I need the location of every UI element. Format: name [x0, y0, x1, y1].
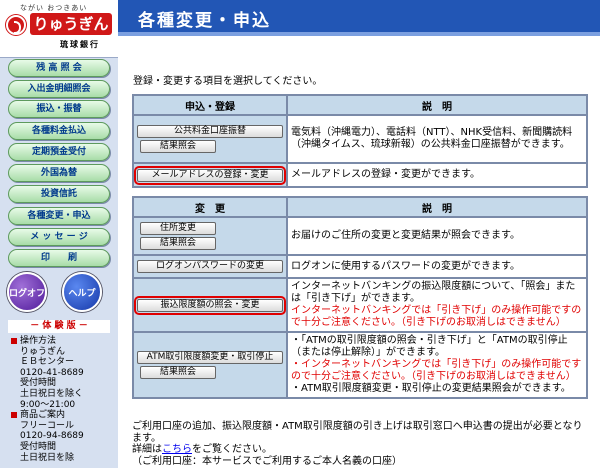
info-line: りゅうぎん: [20, 346, 66, 357]
warning-text: ・インターネットバンキングでは「引き下げ」のみ操作可能ですので十分ご注意ください…: [291, 359, 582, 382]
row-description: 電気料（沖縄電力）、電話料（NTT）、NHK受信料、新聞購読料（沖縄タイムス、琉…: [288, 116, 586, 162]
address-result-button[interactable]: 結果照会: [140, 237, 216, 250]
info-line: 土日祝日を除く: [20, 388, 84, 399]
transfer-limit-button[interactable]: 振込限度額の照会・変更: [134, 295, 286, 315]
footer-text: 詳細は: [132, 444, 162, 455]
nav-transfer[interactable]: 振込・振替: [8, 100, 110, 118]
password-change-button[interactable]: ログオンパスワードの変更: [137, 260, 283, 273]
row-description: メールアドレスの登録・変更ができます。: [288, 164, 586, 186]
row-description: お届けのご住所の変更と変更結果が照会できます。: [288, 218, 586, 254]
utility-result-button[interactable]: 結果照会: [140, 140, 216, 153]
info-line: ＥＢセンター: [20, 357, 75, 368]
footer-detail: 詳細はこちらをご覧ください。: [132, 444, 592, 456]
nav-balance-inquiry[interactable]: 残 高 照 会: [8, 59, 110, 77]
info-line: 9:00～21:00: [20, 399, 76, 410]
description-text: ・「ATMの取引限度額の照会・引き下げ」と「ATMの取引停止（または停止解除）」…: [291, 335, 568, 358]
footer-note: （ご利用口座：本サービスでご利用するご本人名義の口座）: [132, 455, 402, 467]
nav-transaction-history[interactable]: 入出金明細照会: [8, 80, 110, 98]
table-row: ログオンパスワードの変更 ログオンに使用するパスワードの変更ができます。: [134, 256, 586, 277]
table-row: ATM取引限度額変更・取引停止 結果照会 ・「ATMの取引限度額の照会・引き下げ…: [134, 333, 586, 397]
row-description: ・「ATMの取引限度額の照会・引き下げ」と「ATMの取引停止（または停止解除）」…: [288, 333, 586, 397]
help-button[interactable]: ヘルプ: [62, 272, 102, 312]
footer-notes: ご利用口座の追加、振込限度額・ATM取引限度額の引き上げは取引窓口へ申込書の提出…: [132, 421, 592, 467]
logoff-button[interactable]: ログオフ: [7, 272, 47, 312]
logo-name: りゅうぎん: [30, 13, 112, 35]
table-row: メールアドレスの登録・変更 メールアドレスの登録・変更ができます。: [134, 164, 586, 186]
row-description: ログオンに使用するパスワードの変更ができます。: [288, 256, 586, 277]
utility-transfer-button[interactable]: 公共料金口座振替: [137, 125, 283, 138]
sidebar: ながい おつきあい りゅうぎん 琉球銀行 残 高 照 会 入出金明細照会 振込・…: [0, 0, 118, 468]
page-title: 各種変更・申込: [138, 11, 271, 31]
bank-logo[interactable]: ながい おつきあい りゅうぎん 琉球銀行: [0, 0, 118, 58]
footer-text: をご覧ください。: [192, 444, 272, 455]
details-link[interactable]: こちら: [162, 444, 192, 455]
page-header: 各種変更・申込: [118, 0, 600, 36]
nav-messages[interactable]: メ ッ セ ー ジ: [8, 228, 110, 246]
nav-print[interactable]: 印 刷: [8, 249, 110, 267]
table-row: 振込限度額の照会・変更 インターネットバンキングの振込限度額について、「照会」ま…: [134, 279, 586, 331]
atm-result-button[interactable]: 結果照会: [140, 366, 216, 379]
logo-tagline: ながい おつきあい: [20, 4, 88, 12]
info-line: 土日祝日を除: [20, 452, 75, 463]
atm-limit-button[interactable]: ATM取引限度額変更・取引停止: [137, 351, 283, 364]
nav-time-deposit[interactable]: 定期預金受付: [8, 143, 110, 161]
logo-sub: 琉球銀行: [60, 40, 100, 49]
intro-text: 登録・変更する項目を選択してください。: [133, 76, 323, 87]
nav-bill-payment[interactable]: 各種料金払込: [8, 122, 110, 140]
nav-investment-trust[interactable]: 投資信託: [8, 185, 110, 203]
footer-note: ご利用口座の追加、振込限度額・ATM取引限度額の引き上げは取引窓口へ申込書の提出…: [132, 421, 583, 444]
info-line: フリーコール: [20, 420, 75, 431]
table-row: 住所変更 結果照会 お届けのご住所の変更と変更結果が照会できます。: [134, 218, 586, 254]
ops-heading: 操作方法: [10, 336, 116, 347]
table-row: 公共料金口座振替 結果照会 電気料（沖縄電力）、電話料（NTT）、NHK受信料、…: [134, 116, 586, 162]
demo-heading: － 体 験 版 －: [8, 320, 110, 333]
bank-mark-icon: [6, 15, 26, 35]
applications-table: 申込・登録 説 明 公共料金口座振替 結果照会 電気料（沖縄電力）、電話料（NT…: [132, 94, 588, 188]
info-line: 受付時間: [20, 441, 57, 452]
nav-foreign-exchange[interactable]: 外国為替: [8, 164, 110, 182]
info-line: 0120-94-8689: [20, 431, 84, 442]
description-text: ・ATM取引限度額変更・取引停止の変更結果照会ができます。: [291, 383, 571, 394]
email-register-button[interactable]: メールアドレスの登録・変更: [134, 165, 286, 185]
nav-changes-applications[interactable]: 各種変更・申込: [8, 207, 110, 225]
info-line: 受付時間: [20, 378, 57, 389]
row-description: インターネットバンキングの振込限度額について、「照会」または「引き下げ」ができま…: [288, 279, 586, 331]
column-header: 説 明: [288, 198, 586, 216]
warning-text: インターネットバンキングでは「引き下げ」のみ操作可能ですので十分ご注意ください。…: [291, 305, 582, 328]
changes-table: 変 更 説 明 住所変更 結果照会 お届けのご住所の変更と変更結果が照会できます…: [132, 196, 588, 399]
info-line: 0120-41-8689: [20, 367, 84, 378]
product-heading: 商品ご案内: [10, 410, 116, 421]
column-header: 変 更: [134, 198, 286, 216]
contact-info: 操作方法 りゅうぎん ＥＢセンター 0120-41-8689 受付時間 土日祝日…: [10, 336, 116, 463]
column-header: 説 明: [288, 96, 586, 114]
description-text: インターネットバンキングの振込限度額について、「照会」または「引き下げ」ができま…: [291, 281, 576, 304]
address-change-button[interactable]: 住所変更: [140, 222, 216, 235]
column-header: 申込・登録: [134, 96, 286, 114]
